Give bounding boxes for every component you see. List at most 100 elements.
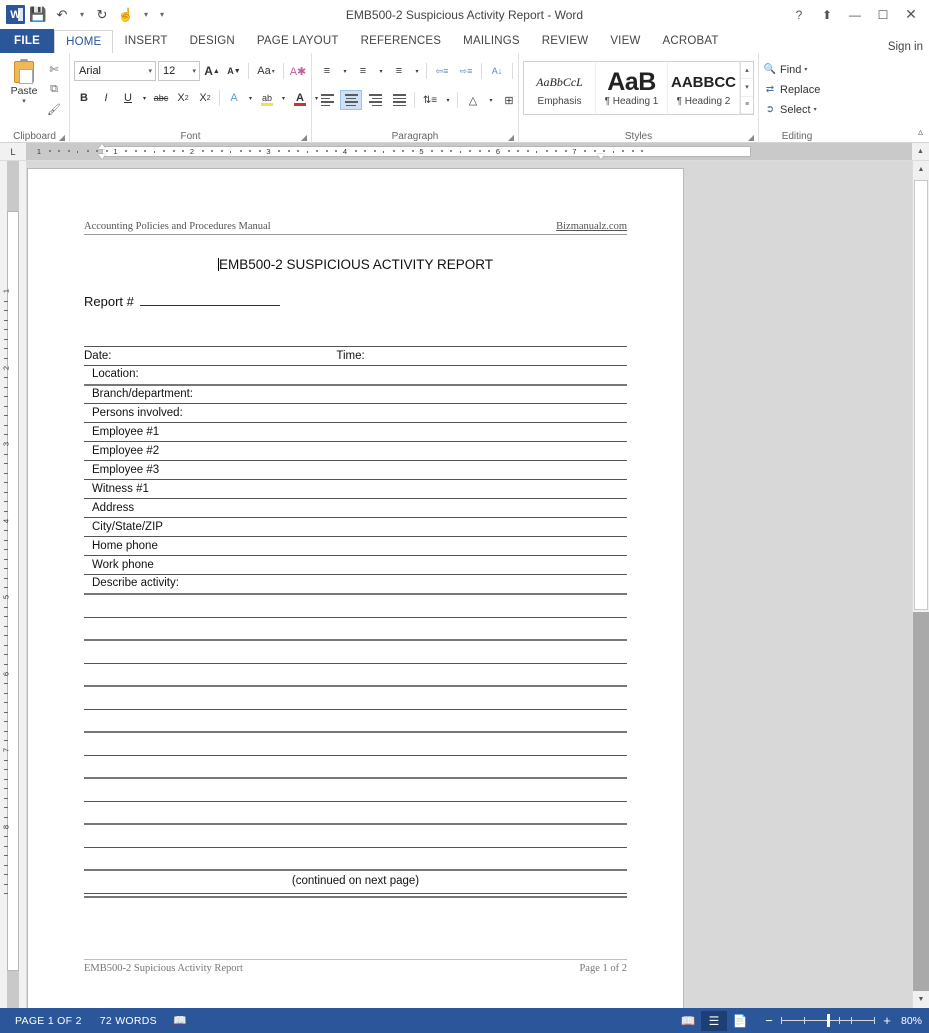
styles-dialog-launcher-icon[interactable]: ◢: [748, 133, 754, 142]
vertical-ruler[interactable]: 1 2 3 4 5 6 7 8: [0, 161, 26, 1008]
highlight-dropdown-icon[interactable]: ▾: [279, 88, 288, 108]
scrollbar-track[interactable]: [913, 178, 929, 991]
table-row[interactable]: City/State/ZIP: [84, 517, 627, 537]
style-heading-2[interactable]: AABBCC ¶ Heading 2: [668, 62, 740, 114]
paragraph-dialog-launcher-icon[interactable]: ◢: [508, 133, 514, 142]
font-color-icon[interactable]: A: [290, 88, 310, 108]
close-button[interactable]: ✕: [897, 3, 925, 27]
multilevel-dropdown-icon[interactable]: ▾: [412, 61, 422, 81]
text-effects-icon[interactable]: A: [224, 88, 244, 108]
blank-write-line[interactable]: [84, 618, 627, 641]
sort-icon[interactable]: A↓: [486, 61, 508, 81]
tab-mailings[interactable]: MAILINGS: [452, 29, 531, 53]
table-row[interactable]: Location:: [84, 365, 627, 386]
undo-dropdown-icon[interactable]: ▾: [75, 4, 89, 26]
style-heading-1[interactable]: AaB ¶ Heading 1: [596, 62, 668, 114]
print-layout-view-button[interactable]: ☰: [701, 1010, 727, 1031]
word-count-indicator[interactable]: 72 WORDS: [91, 1015, 166, 1027]
tab-references[interactable]: REFERENCES: [350, 29, 453, 53]
line-spacing-dropdown-icon[interactable]: ▾: [443, 90, 453, 110]
help-button[interactable]: ?: [785, 3, 813, 27]
tab-page-layout[interactable]: PAGE LAYOUT: [246, 29, 350, 53]
table-row[interactable]: Address: [84, 498, 627, 518]
scrollbar-lower-track[interactable]: [913, 612, 929, 991]
clear-formatting-icon[interactable]: A✱: [288, 61, 308, 81]
blank-write-line[interactable]: [84, 687, 627, 710]
bold-button[interactable]: B: [74, 88, 94, 108]
font-size-dropdown-icon[interactable]: ▾: [192, 67, 196, 75]
table-row[interactable]: Employee #1: [84, 422, 627, 442]
change-case-icon[interactable]: Aa ▾: [253, 61, 279, 81]
superscript-button[interactable]: X2: [195, 88, 215, 108]
tab-review[interactable]: REVIEW: [531, 29, 600, 53]
touch-mode-dropdown-icon[interactable]: ▾: [139, 4, 153, 26]
table-row[interactable]: Describe activity:: [84, 574, 627, 595]
minimize-button[interactable]: —: [841, 3, 869, 27]
style-emphasis[interactable]: AaBbCcL Emphasis: [524, 62, 596, 114]
blank-write-line[interactable]: [84, 779, 627, 802]
hanging-indent-marker[interactable]: [98, 154, 106, 159]
table-row[interactable]: Date: Time:: [84, 346, 627, 366]
cut-icon[interactable]: ✄: [44, 60, 64, 78]
table-row[interactable]: Employee #2: [84, 441, 627, 461]
tab-design[interactable]: DESIGN: [179, 29, 246, 53]
tab-acrobat[interactable]: ACROBAT: [652, 29, 730, 53]
sign-in-link[interactable]: Sign in: [888, 41, 929, 53]
justify-button[interactable]: [388, 90, 410, 110]
italic-button[interactable]: I: [96, 88, 116, 108]
tab-file[interactable]: FILE: [0, 29, 55, 53]
bullets-dropdown-icon[interactable]: ▾: [340, 61, 350, 81]
save-icon[interactable]: 💾: [27, 4, 49, 26]
table-row[interactable]: Persons involved:: [84, 403, 627, 423]
tab-stop-selector[interactable]: L: [0, 143, 26, 160]
styles-more-icon[interactable]: ≡: [741, 97, 753, 114]
zoom-slider-track[interactable]: [781, 1014, 875, 1027]
grow-font-icon[interactable]: A ▲: [202, 61, 222, 81]
customize-qat-icon[interactable]: ▾: [155, 4, 169, 26]
page-indicator[interactable]: PAGE 1 OF 2: [6, 1015, 91, 1027]
multilevel-list-icon[interactable]: ≡: [388, 61, 410, 81]
scrollbar-thumb[interactable]: [914, 180, 928, 610]
find-button[interactable]: 🔍 Find ▾: [763, 61, 808, 78]
first-line-indent-marker[interactable]: [98, 144, 106, 149]
select-dropdown-icon[interactable]: ▾: [814, 106, 817, 113]
font-name-input[interactable]: Arial ▾: [74, 61, 156, 81]
maximize-button[interactable]: ☐: [869, 3, 897, 27]
zoom-level-label[interactable]: 80%: [893, 1015, 923, 1027]
touch-mode-icon[interactable]: ☝: [115, 4, 137, 26]
shrink-font-icon[interactable]: A ▼: [224, 61, 244, 81]
blank-write-line[interactable]: [84, 825, 627, 848]
collapse-ribbon-icon[interactable]: ▵: [918, 127, 923, 138]
scroll-down-button[interactable]: ▼: [913, 991, 929, 1008]
table-row[interactable]: Employee #3: [84, 460, 627, 480]
replace-button[interactable]: ⇄ Replace: [763, 81, 821, 98]
numbering-dropdown-icon[interactable]: ▾: [376, 61, 386, 81]
table-row[interactable]: Witness #1: [84, 479, 627, 499]
select-button[interactable]: ➲ Select ▾: [763, 101, 817, 118]
shading-dropdown-icon[interactable]: ▾: [486, 90, 496, 110]
document-page[interactable]: Accounting Policies and Procedures Manua…: [28, 169, 683, 1008]
right-indent-marker[interactable]: [597, 154, 605, 159]
blank-write-line[interactable]: [84, 664, 627, 687]
zoom-slider-thumb[interactable]: [827, 1014, 830, 1027]
decrease-indent-icon[interactable]: ⇦≡: [431, 61, 453, 81]
numbering-icon[interactable]: ≡: [352, 61, 374, 81]
blank-write-line[interactable]: [84, 802, 627, 825]
vertical-scrollbar[interactable]: ▲ ▼: [912, 161, 929, 1008]
paste-dropdown-icon[interactable]: ▾: [22, 97, 26, 105]
tab-home[interactable]: HOME: [54, 30, 114, 54]
subscript-button[interactable]: X2: [173, 88, 193, 108]
styles-scroll-down-icon[interactable]: ▾: [741, 79, 753, 97]
text-highlight-icon[interactable]: ab: [257, 88, 277, 108]
styles-scroll-up-icon[interactable]: ▴: [741, 62, 753, 80]
increase-indent-icon[interactable]: ⇨≡: [455, 61, 477, 81]
table-row[interactable]: Home phone: [84, 536, 627, 556]
underline-button[interactable]: U: [118, 88, 138, 108]
document-canvas[interactable]: Accounting Policies and Procedures Manua…: [26, 161, 912, 1008]
blank-write-line[interactable]: [84, 641, 627, 664]
zoom-in-button[interactable]: +: [881, 1013, 893, 1028]
underline-dropdown-icon[interactable]: ▾: [140, 88, 149, 108]
clipboard-dialog-launcher-icon[interactable]: ◢: [59, 133, 65, 142]
report-number-blank[interactable]: [139, 305, 280, 306]
ribbon-display-options-icon[interactable]: ⬆: [813, 3, 841, 27]
